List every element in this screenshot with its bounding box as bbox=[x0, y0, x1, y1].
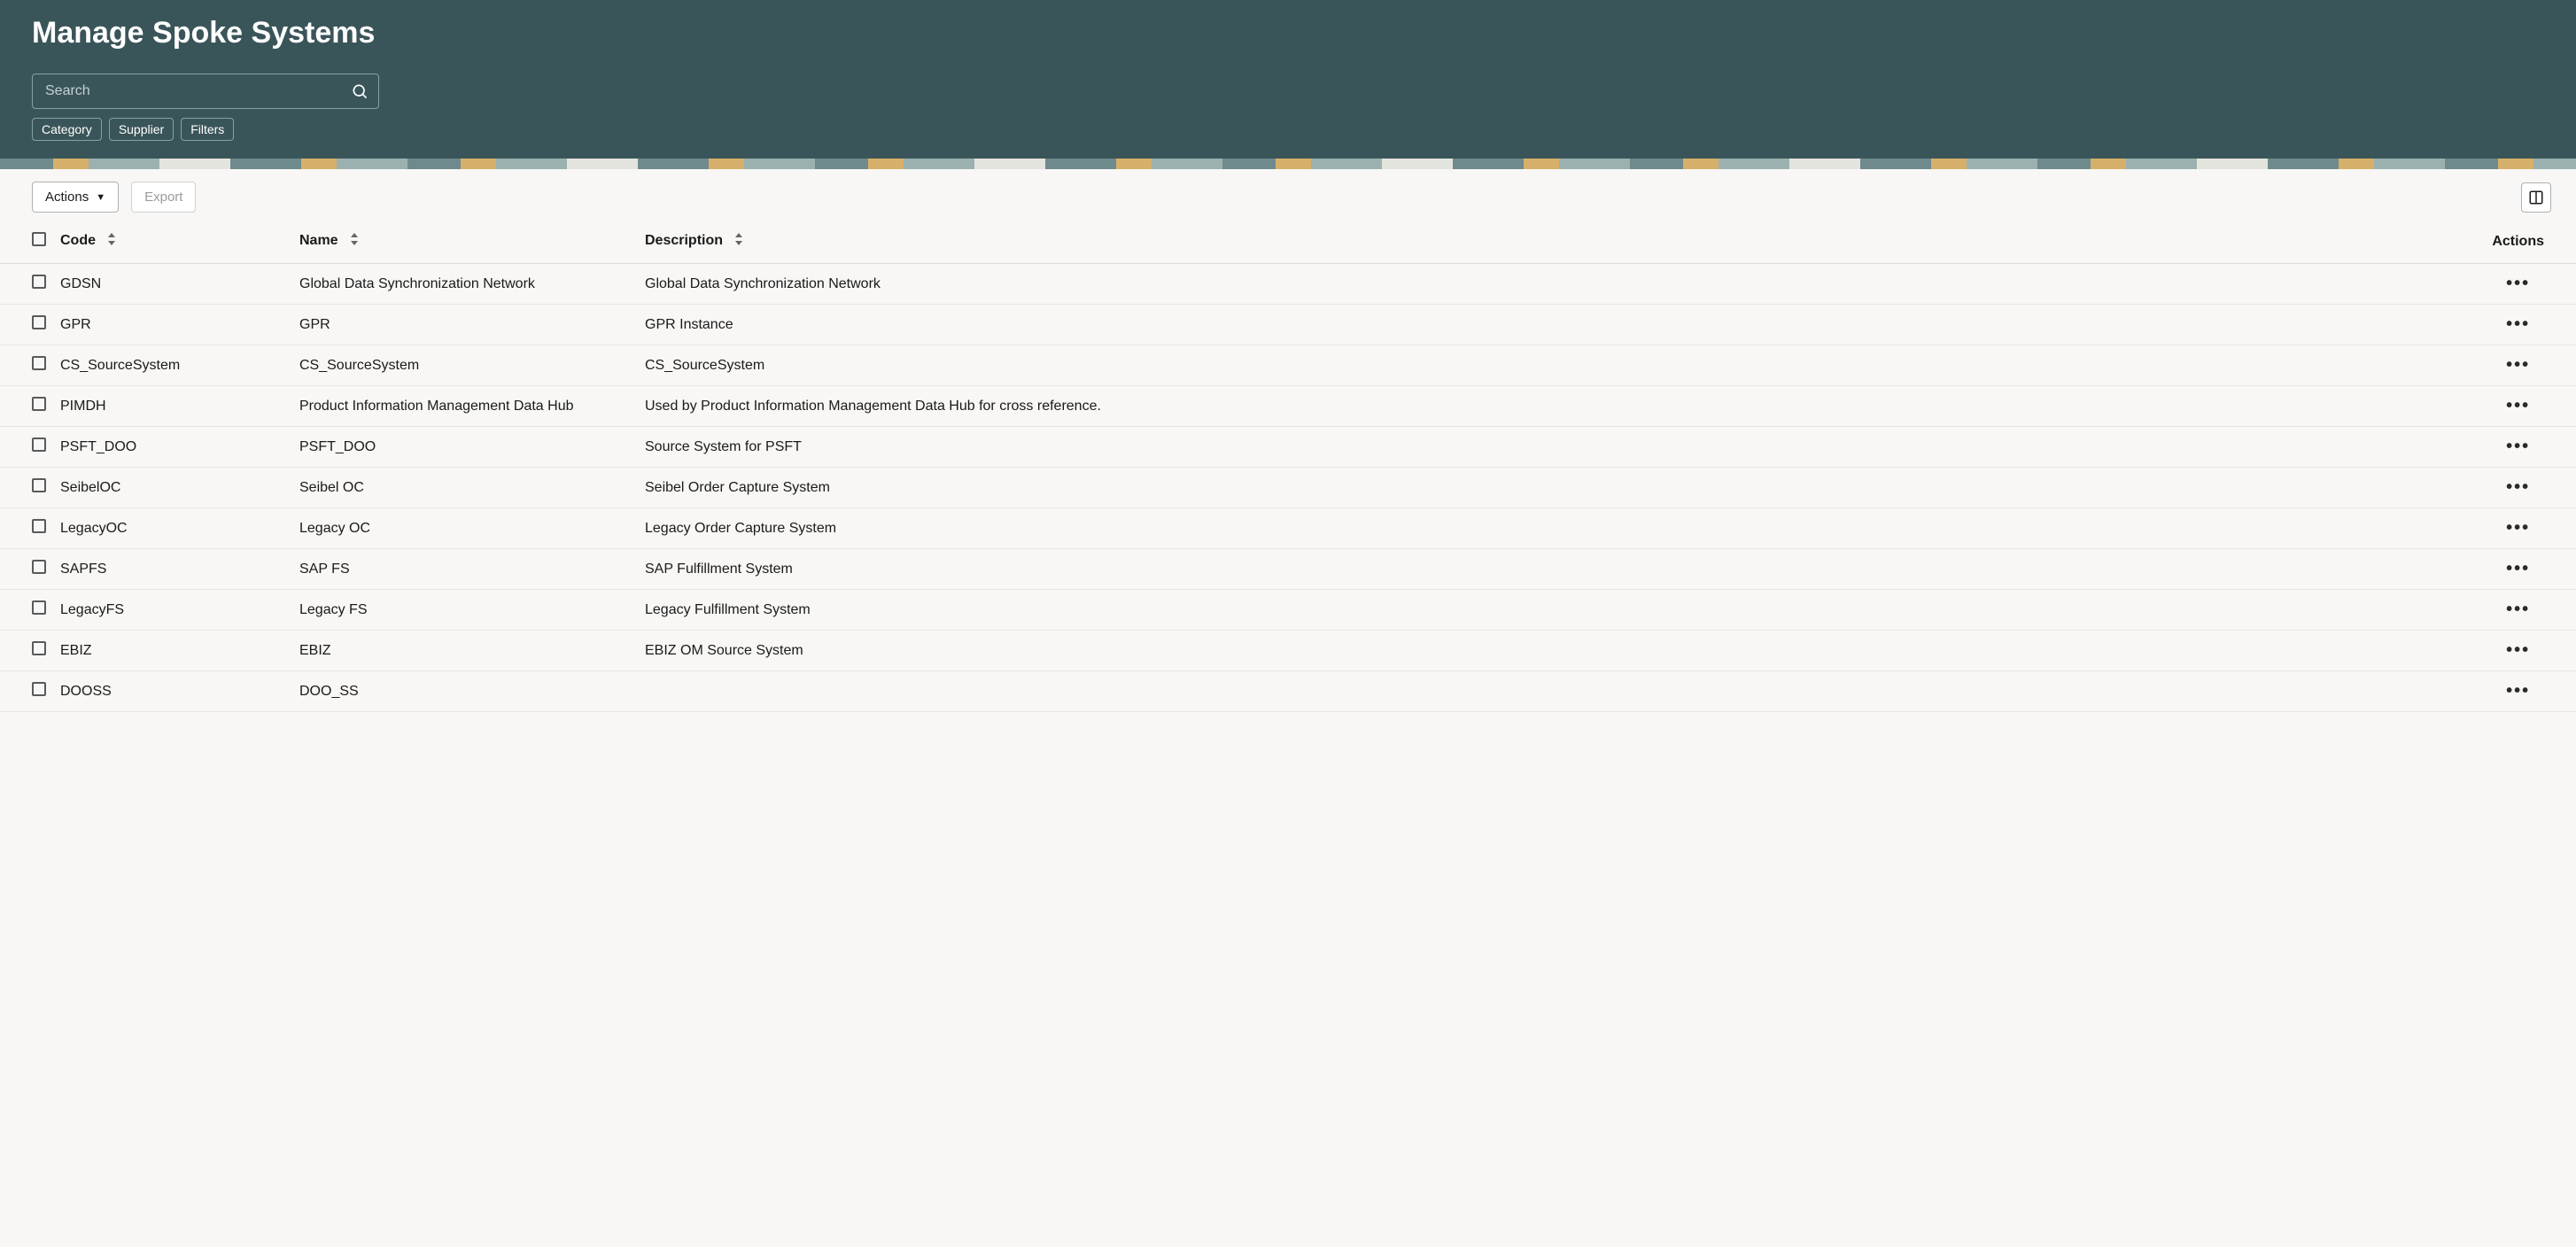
cell-description: Global Data Synchronization Network bbox=[638, 264, 2485, 305]
cell-name: Seibel OC bbox=[292, 468, 638, 508]
column-header-actions: Actions bbox=[2485, 221, 2576, 264]
cell-name: Legacy OC bbox=[292, 508, 638, 549]
row-more-actions-icon[interactable]: ••• bbox=[2506, 274, 2530, 293]
row-more-actions-icon[interactable]: ••• bbox=[2506, 600, 2530, 619]
page-title: Manage Spoke Systems bbox=[32, 16, 2544, 50]
row-checkbox[interactable] bbox=[32, 356, 46, 370]
row-more-actions-icon[interactable]: ••• bbox=[2506, 314, 2530, 334]
cell-code: EBIZ bbox=[53, 631, 292, 671]
spoke-systems-table: Code Name Description Actions bbox=[0, 221, 2576, 712]
row-more-actions-icon[interactable]: ••• bbox=[2506, 437, 2530, 456]
chip-category[interactable]: Category bbox=[32, 118, 102, 141]
table-row[interactable]: PSFT_DOOPSFT_DOOSource System for PSFT••… bbox=[0, 427, 2576, 468]
row-checkbox[interactable] bbox=[32, 682, 46, 696]
sort-icon bbox=[106, 233, 117, 249]
cell-name: Global Data Synchronization Network bbox=[292, 264, 638, 305]
table-row[interactable]: LegacyOCLegacy OCLegacy Order Capture Sy… bbox=[0, 508, 2576, 549]
cell-code: PSFT_DOO bbox=[53, 427, 292, 468]
cell-description: Legacy Order Capture System bbox=[638, 508, 2485, 549]
toolbar: Actions ▼ Export bbox=[0, 169, 2576, 221]
table-row[interactable]: PIMDHProduct Information Management Data… bbox=[0, 386, 2576, 427]
table-row[interactable]: GDSNGlobal Data Synchronization NetworkG… bbox=[0, 264, 2576, 305]
cell-code: GPR bbox=[53, 305, 292, 345]
cell-code: DOOSS bbox=[53, 671, 292, 712]
search-input[interactable] bbox=[32, 74, 379, 109]
column-header-code-label: Code bbox=[60, 234, 96, 249]
header-region: Manage Spoke Systems Category Supplier F… bbox=[0, 0, 2576, 159]
column-header-actions-label: Actions bbox=[2492, 234, 2544, 249]
row-more-actions-icon[interactable]: ••• bbox=[2506, 559, 2530, 578]
table-row[interactable]: LegacyFSLegacy FSLegacy Fulfillment Syst… bbox=[0, 590, 2576, 631]
decorative-pattern-band bbox=[0, 159, 2576, 169]
row-checkbox[interactable] bbox=[32, 315, 46, 329]
row-checkbox[interactable] bbox=[32, 478, 46, 492]
chip-supplier[interactable]: Supplier bbox=[109, 118, 174, 141]
row-checkbox[interactable] bbox=[32, 438, 46, 452]
cell-code: GDSN bbox=[53, 264, 292, 305]
row-checkbox[interactable] bbox=[32, 519, 46, 533]
row-more-actions-icon[interactable]: ••• bbox=[2506, 396, 2530, 415]
cell-description: Used by Product Information Management D… bbox=[638, 386, 2485, 427]
chip-filters[interactable]: Filters bbox=[181, 118, 234, 141]
table-row[interactable]: DOOSSDOO_SS ••• bbox=[0, 671, 2576, 712]
cell-code: SeibelOC bbox=[53, 468, 292, 508]
table-row[interactable]: SAPFSSAP FSSAP Fulfillment System ••• bbox=[0, 549, 2576, 590]
cell-description: CS_SourceSystem bbox=[638, 345, 2485, 386]
cell-description: Seibel Order Capture System bbox=[638, 468, 2485, 508]
caret-down-icon: ▼ bbox=[96, 192, 105, 203]
table-row[interactable]: EBIZEBIZEBIZ OM Source System••• bbox=[0, 631, 2576, 671]
cell-name: CS_SourceSystem bbox=[292, 345, 638, 386]
cell-name: DOO_SS bbox=[292, 671, 638, 712]
sort-icon bbox=[349, 233, 360, 249]
column-settings-button[interactable] bbox=[2521, 182, 2551, 213]
row-checkbox[interactable] bbox=[32, 275, 46, 289]
actions-button[interactable]: Actions ▼ bbox=[32, 182, 119, 213]
cell-description: Source System for PSFT bbox=[638, 427, 2485, 468]
column-header-name-label: Name bbox=[299, 234, 338, 249]
row-checkbox[interactable] bbox=[32, 641, 46, 655]
table-row[interactable]: GPRGPRGPR Instance••• bbox=[0, 305, 2576, 345]
table-header-row: Code Name Description Actions bbox=[0, 221, 2576, 264]
cell-code: CS_SourceSystem bbox=[53, 345, 292, 386]
columns-icon bbox=[2528, 190, 2544, 205]
row-more-actions-icon[interactable]: ••• bbox=[2506, 681, 2530, 701]
cell-description: EBIZ OM Source System bbox=[638, 631, 2485, 671]
cell-name: SAP FS bbox=[292, 549, 638, 590]
cell-name: PSFT_DOO bbox=[292, 427, 638, 468]
row-more-actions-icon[interactable]: ••• bbox=[2506, 477, 2530, 497]
row-more-actions-icon[interactable]: ••• bbox=[2506, 355, 2530, 375]
cell-name: EBIZ bbox=[292, 631, 638, 671]
select-all-checkbox[interactable] bbox=[32, 232, 46, 246]
column-header-description-label: Description bbox=[645, 234, 723, 249]
cell-name: GPR bbox=[292, 305, 638, 345]
column-header-name[interactable]: Name bbox=[292, 221, 638, 264]
cell-code: SAPFS bbox=[53, 549, 292, 590]
table-row[interactable]: CS_SourceSystemCS_SourceSystemCS_SourceS… bbox=[0, 345, 2576, 386]
search-box bbox=[32, 74, 379, 109]
cell-code: LegacyOC bbox=[53, 508, 292, 549]
search-icon[interactable] bbox=[351, 82, 369, 100]
row-more-actions-icon[interactable]: ••• bbox=[2506, 518, 2530, 538]
cell-code: PIMDH bbox=[53, 386, 292, 427]
table-row[interactable]: SeibelOCSeibel OCSeibel Order Capture Sy… bbox=[0, 468, 2576, 508]
sort-icon bbox=[733, 233, 744, 249]
column-header-code[interactable]: Code bbox=[53, 221, 292, 264]
export-button[interactable]: Export bbox=[131, 182, 196, 213]
cell-description: Legacy Fulfillment System bbox=[638, 590, 2485, 631]
cell-description bbox=[638, 671, 2485, 712]
cell-name: Legacy FS bbox=[292, 590, 638, 631]
cell-description: SAP Fulfillment System bbox=[638, 549, 2485, 590]
row-more-actions-icon[interactable]: ••• bbox=[2506, 640, 2530, 660]
column-header-description[interactable]: Description bbox=[638, 221, 2485, 264]
filter-chip-row: Category Supplier Filters bbox=[32, 118, 2544, 141]
cell-description: GPR Instance bbox=[638, 305, 2485, 345]
row-checkbox[interactable] bbox=[32, 560, 46, 574]
row-checkbox[interactable] bbox=[32, 600, 46, 615]
actions-button-label: Actions bbox=[45, 190, 89, 205]
cell-code: LegacyFS bbox=[53, 590, 292, 631]
cell-name: Product Information Management Data Hub bbox=[292, 386, 638, 427]
row-checkbox[interactable] bbox=[32, 397, 46, 411]
